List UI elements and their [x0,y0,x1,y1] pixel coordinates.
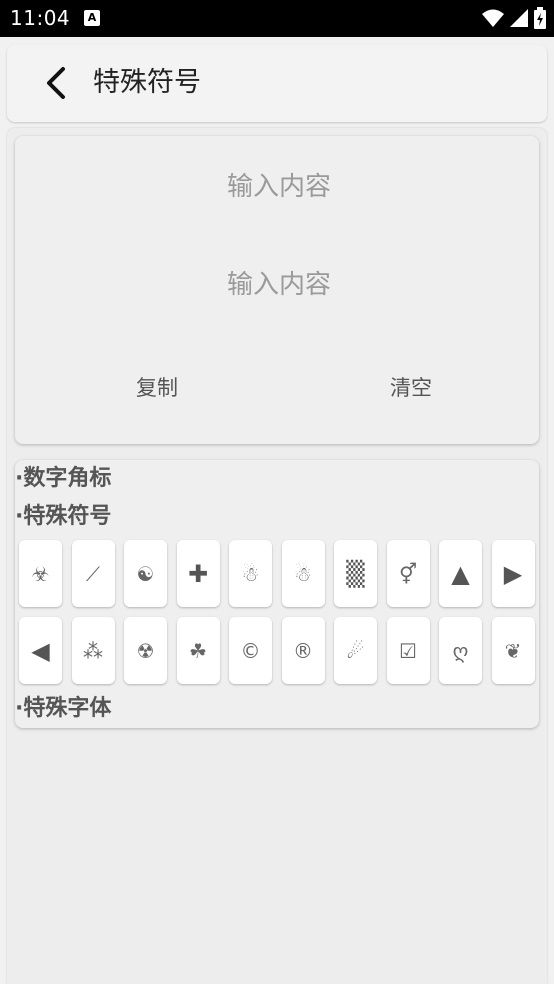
categories-card: ·数字角标 ·特殊符号 ☣ ⟋ ☯ ✚ ☃ ☃ ▒ ⚥ ▲ ▶ ◀ ⁂ ☢ ☘ … [15,460,539,728]
battery-icon [534,7,546,29]
signal-icon [510,9,528,27]
status-bar: 11:04 A [0,0,554,37]
symbol-diagonal-lines[interactable]: ⟋ [71,540,115,607]
section-number-badge[interactable]: ·数字角标 [15,464,111,494]
symbol-heart-script[interactable]: ღ [439,617,482,684]
symbol-ballot-check[interactable]: ☑ [386,617,430,684]
wifi-icon [482,9,504,27]
symbol-copyright[interactable]: © [229,617,272,684]
copy-button[interactable]: 复制 [97,372,217,404]
section-special-fonts[interactable]: ·特殊字体 [15,694,111,724]
main-content: 复制 清空 ·数字角标 ·特殊符号 ☣ ⟋ ☯ ✚ ☃ ☃ ▒ ⚥ ▲ ▶ ◀ … [7,128,547,984]
input-card: 复制 清空 [15,136,543,444]
back-button[interactable] [37,65,73,101]
clear-button[interactable]: 清空 [351,372,471,404]
symbol-snowman-black[interactable]: ☃ [281,540,325,607]
symbol-snowman[interactable]: ☃ [229,540,272,607]
system-icons [482,7,546,29]
content-input[interactable] [15,168,543,206]
symbol-yin-yang[interactable]: ☯ [124,540,167,607]
symbol-shade-block[interactable]: ▒ [334,540,377,607]
symbol-comet[interactable]: ☄ [334,617,377,684]
result-input[interactable] [15,266,543,304]
symbol-shamrock[interactable]: ☘ [176,617,220,684]
symbol-triangle-right[interactable]: ▶ [491,540,535,607]
symbol-floral-heart[interactable]: ❦ [491,617,535,684]
section-special-symbols[interactable]: ·特殊符号 [15,502,111,532]
page-title: 特殊符号 [93,67,201,98]
symbol-heavy-plus[interactable]: ✚ [176,540,220,607]
symbol-triangle-left[interactable]: ◀ [19,617,62,684]
symbol-asterism[interactable]: ⁂ [71,617,115,684]
symbol-gender[interactable]: ⚥ [386,540,430,607]
status-time: 11:04 [10,6,71,30]
symbol-grid: ☣ ⟋ ☯ ✚ ☃ ☃ ▒ ⚥ ▲ ▶ ◀ ⁂ ☢ ☘ © ® ☄ ☑ ღ ❦ [19,540,539,684]
symbol-triangle-up[interactable]: ▲ [439,540,482,607]
notification-icon: A [84,10,100,26]
symbol-biohazard[interactable]: ☣ [19,540,62,607]
app-header: 特殊符号 [7,45,547,122]
symbol-registered[interactable]: ® [281,617,325,684]
chevron-left-icon [47,67,65,99]
symbol-radioactive[interactable]: ☢ [124,617,167,684]
